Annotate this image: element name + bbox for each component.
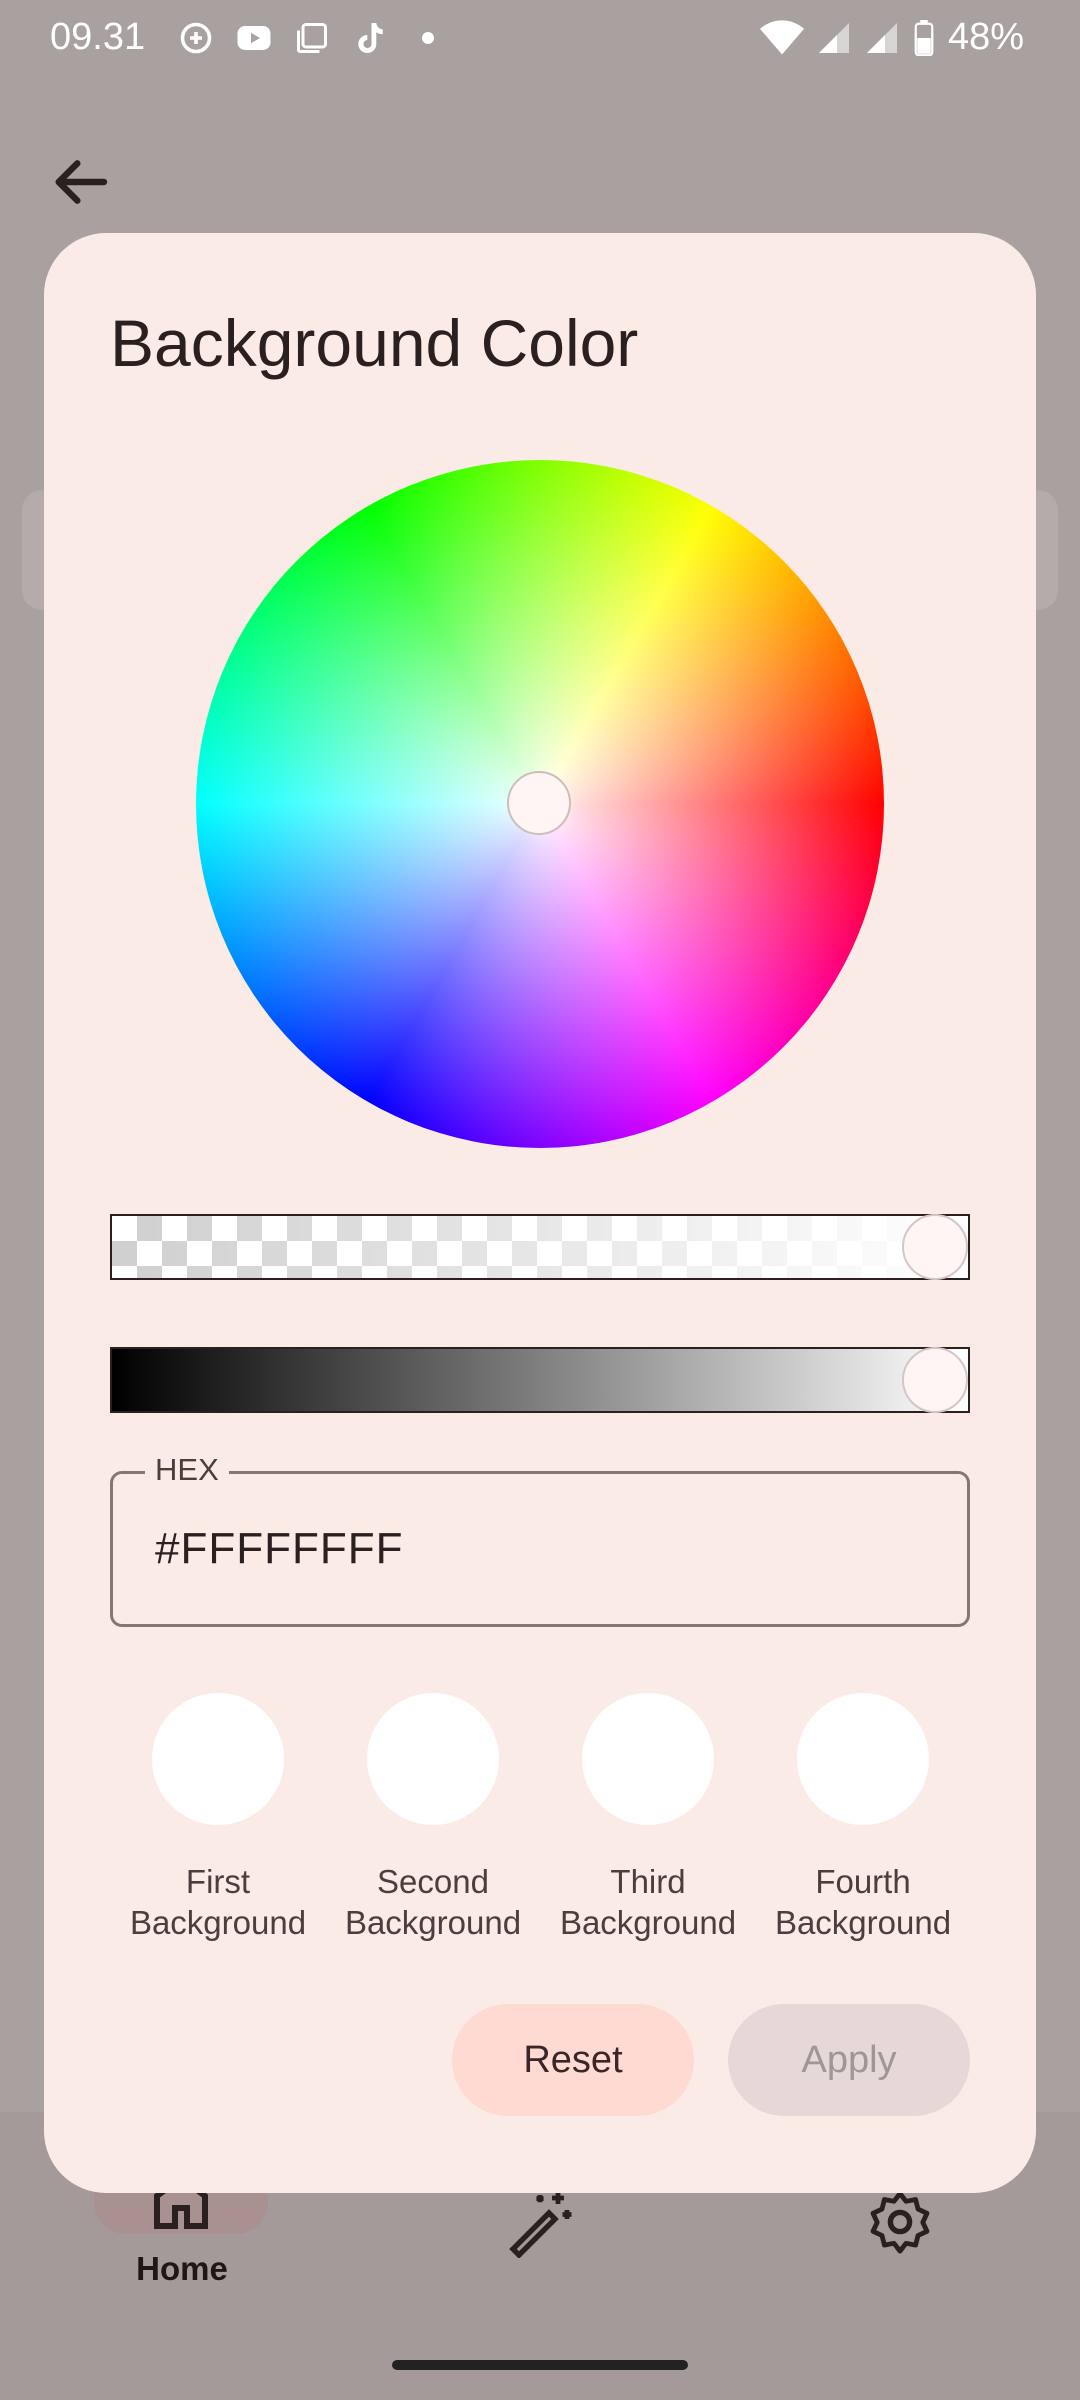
hex-value[interactable]: #FFFFFFFF [155,1524,404,1574]
reset-button[interactable]: Reset [452,2004,694,2116]
swatch-circle[interactable] [152,1693,284,1825]
battery-percent: 48% [947,16,1024,58]
apply-button[interactable]: Apply [728,2004,970,2116]
swatch-second-background[interactable]: Second Background [325,1693,541,1943]
settings-icon[interactable] [864,2186,936,2258]
back-arrow-icon[interactable] [48,150,112,214]
status-bar: 09.31 48% [0,0,1080,84]
alpha-slider[interactable] [110,1214,970,1280]
hex-label: HEX [145,1452,229,1488]
magic-wand-icon[interactable] [504,2186,576,2258]
swatch-label: Fourth Background [774,1863,952,1941]
swatch-third-background[interactable]: Third Background [540,1693,756,1943]
hex-input[interactable]: HEX #FFFFFFFF [110,1452,970,1627]
swatch-label: First Background [129,1863,307,1941]
brightness-slider-thumb[interactable] [902,1347,968,1413]
battery-icon [914,19,934,56]
swatch-first-background[interactable]: First Background [110,1693,326,1943]
wifi-icon [759,19,804,54]
nav-home-label[interactable]: Home [120,2250,244,2288]
brightness-slider[interactable] [110,1347,970,1413]
tiktok-icon [358,23,383,53]
sync-icon [180,22,212,54]
alpha-slider-thumb[interactable] [902,1214,968,1280]
swatch-circle[interactable] [797,1693,929,1825]
swatch-label: Second Background [344,1863,522,1941]
swatch-fourth-background[interactable]: Fourth Background [755,1693,971,1943]
signal-icon [818,22,849,53]
youtube-icon [237,26,271,50]
background-color-dialog: Background Color HEX #FFFFFFFF First Bac… [44,233,1036,2193]
swatch-circle[interactable] [582,1693,714,1825]
screenshot-icon [297,23,327,53]
dot-icon [422,32,434,44]
swatch-circle[interactable] [367,1693,499,1825]
color-wheel-thumb[interactable] [507,771,571,835]
swatch-label: Third Background [559,1863,737,1941]
gesture-bar[interactable] [392,2360,688,2370]
status-time: 09.31 [50,16,146,58]
signal-icon [866,22,897,53]
dialog-title: Background Color [110,306,639,380]
